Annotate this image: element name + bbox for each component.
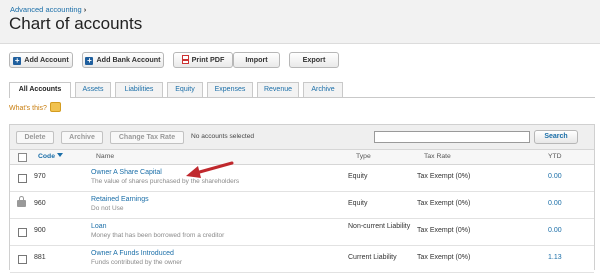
add-bank-account-button[interactable]: + Add Bank Account (82, 52, 164, 68)
table-row[interactable]: 970 Owner A Share Capital The value of s… (10, 165, 594, 192)
selection-status: No accounts selected (191, 133, 255, 140)
add-account-label: Add Account (24, 55, 69, 64)
help-icon (49, 102, 61, 112)
row-checkbox[interactable] (18, 228, 27, 237)
account-name-link[interactable]: Retained Earnings (91, 196, 149, 203)
account-tax-rate: Tax Exempt (0%) (417, 227, 471, 234)
bulk-action-bar: Delete Archive Change Tax Rate No accoun… (10, 125, 594, 150)
tab-assets[interactable]: Assets (75, 82, 111, 97)
account-description: Funds contributed by the owner (91, 259, 183, 266)
code-column-header[interactable]: Code (38, 153, 63, 160)
whats-this-link[interactable]: What's this? (9, 102, 61, 112)
account-code: 960 (34, 200, 46, 207)
tab-liabilities[interactable]: Liabilities (115, 82, 163, 97)
tab-archive[interactable]: Archive (303, 82, 343, 97)
row-checkbox[interactable] (18, 174, 27, 183)
account-tabs: All Accounts Assets Liabilities Equity E… (9, 82, 595, 98)
ytd-column-header: YTD (548, 153, 562, 160)
select-all-checkbox[interactable] (18, 153, 27, 162)
add-account-button[interactable]: + Add Account (9, 52, 73, 68)
search-button[interactable]: Search (534, 130, 578, 144)
row-checkbox[interactable] (18, 255, 27, 264)
account-description: The value of shares purchased by the sha… (91, 178, 240, 185)
table-row[interactable]: 900 Loan Money that has been borrowed fr… (10, 219, 594, 246)
account-code: 881 (34, 254, 46, 261)
account-name-link[interactable]: Owner A Share Capital (91, 169, 162, 176)
account-code: 900 (34, 227, 46, 234)
account-description: Money that has been borrowed from a cred… (91, 232, 225, 239)
import-button[interactable]: Import (233, 52, 280, 68)
pdf-icon (181, 55, 189, 64)
type-column-header[interactable]: Type (356, 153, 371, 160)
change-tax-rate-button[interactable]: Change Tax Rate (110, 131, 184, 144)
tab-equity[interactable]: Equity (167, 82, 203, 97)
accounts-panel: Delete Archive Change Tax Rate No accoun… (9, 124, 595, 273)
add-bank-account-label: Add Bank Account (96, 55, 161, 64)
name-column-header[interactable]: Name (96, 153, 114, 160)
account-code: 970 (34, 173, 46, 180)
breadcrumb-separator: › (83, 5, 87, 14)
account-name-link[interactable]: Loan (91, 223, 107, 230)
account-tax-rate: Tax Exempt (0%) (417, 173, 471, 180)
table-header: Code Name Type Tax Rate YTD (10, 150, 594, 165)
archive-button[interactable]: Archive (61, 131, 103, 144)
search-input[interactable] (374, 131, 530, 143)
account-description: Do not Use (91, 205, 124, 212)
code-header-label: Code (38, 153, 55, 160)
export-button[interactable]: Export (289, 52, 339, 68)
account-ytd-link[interactable]: 0.00 (548, 173, 562, 180)
plus-icon: + (13, 56, 22, 65)
print-pdf-button[interactable]: Print PDF (173, 52, 233, 68)
delete-button[interactable]: Delete (16, 131, 54, 144)
account-type: Equity (348, 200, 368, 207)
page-header: Advanced accounting › Chart of accounts (0, 0, 600, 44)
whats-this-label: What's this? (9, 105, 47, 112)
account-ytd-link[interactable]: 0.00 (548, 227, 562, 234)
account-name-link[interactable]: Owner A Funds Introduced (91, 250, 174, 257)
tax-rate-column-header[interactable]: Tax Rate (424, 153, 451, 160)
page-title: Chart of accounts (9, 14, 143, 33)
breadcrumb[interactable]: Advanced accounting › (10, 5, 86, 14)
account-ytd-link[interactable]: 1.13 (548, 254, 562, 261)
breadcrumb-link[interactable]: Advanced accounting (10, 5, 82, 14)
sort-descending-icon (57, 153, 63, 157)
account-tax-rate: Tax Exempt (0%) (417, 254, 471, 261)
tab-expenses[interactable]: Expenses (207, 82, 253, 97)
account-tax-rate: Tax Exempt (0%) (417, 200, 471, 207)
lock-icon (17, 196, 26, 207)
account-ytd-link[interactable]: 0.00 (548, 200, 562, 207)
table-row[interactable]: 881 Owner A Funds Introduced Funds contr… (10, 246, 594, 273)
table-row[interactable]: 960 Retained Earnings Do not Use Equity … (10, 192, 594, 219)
account-type: Current Liability (348, 254, 397, 261)
plus-icon: + (85, 56, 94, 65)
account-type: Equity (348, 173, 368, 180)
account-type: Non-current Liability (348, 223, 411, 230)
tab-all-accounts[interactable]: All Accounts (9, 82, 71, 98)
print-pdf-label: Print PDF (191, 55, 225, 64)
tab-revenue[interactable]: Revenue (257, 82, 299, 97)
